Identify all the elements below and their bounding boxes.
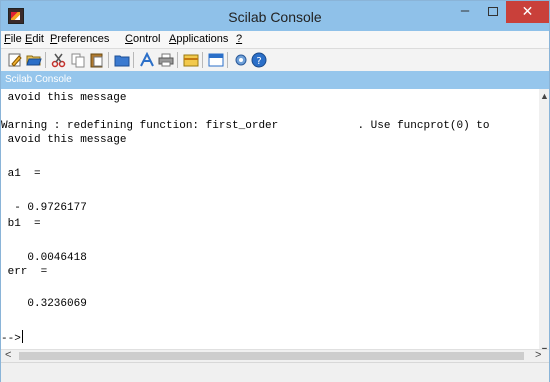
text-caret bbox=[21, 330, 23, 343]
console-line: a1 = bbox=[1, 168, 41, 180]
menu-preferences-label: references bbox=[57, 33, 110, 45]
console-output[interactable]: avoid this message Warning : redefining … bbox=[1, 89, 539, 361]
maximize-icon bbox=[488, 7, 498, 16]
console-line: Warning : redefining function: first_ord… bbox=[1, 120, 490, 132]
console-line: avoid this message bbox=[1, 92, 127, 104]
toolbar-separator bbox=[202, 52, 203, 68]
status-bar bbox=[1, 362, 549, 382]
menu-edit-label: dit bbox=[32, 33, 44, 45]
menu-help-mnemonic: ? bbox=[236, 33, 243, 45]
horizontal-scrollbar[interactable]: < > bbox=[1, 349, 549, 361]
menu-file[interactable]: File bbox=[4, 33, 22, 45]
paste-icon[interactable] bbox=[89, 52, 105, 68]
dock-title: Scilab Console bbox=[5, 74, 72, 85]
menu-control-label: ontrol bbox=[132, 33, 161, 45]
print-icon[interactable] bbox=[158, 52, 174, 68]
console-dock-header[interactable]: Scilab Console bbox=[1, 71, 549, 89]
console-line: 0.3236069 bbox=[1, 298, 87, 310]
close-button[interactable]: ✕ bbox=[506, 1, 549, 23]
copy-icon[interactable] bbox=[70, 52, 86, 68]
module-manager-icon[interactable] bbox=[233, 52, 249, 68]
console-line: err = bbox=[1, 266, 48, 278]
menu-applications[interactable]: Applications bbox=[169, 33, 228, 45]
variable-browser-icon[interactable] bbox=[208, 52, 224, 68]
scroll-right-icon[interactable]: > bbox=[535, 349, 541, 361]
toolbar: ? bbox=[1, 49, 549, 71]
vertical-scrollbar[interactable]: ▲ ▼ bbox=[539, 89, 549, 361]
horizontal-scroll-thumb[interactable] bbox=[19, 352, 524, 360]
change-directory-icon[interactable] bbox=[114, 52, 130, 68]
menu-bar: File Edit Preferences Control Applicatio… bbox=[1, 31, 549, 49]
title-bar[interactable]: Scilab Console – ✕ bbox=[1, 1, 549, 31]
cut-icon[interactable] bbox=[51, 52, 67, 68]
console-prompt-line[interactable]: --> bbox=[1, 330, 23, 345]
menu-edit[interactable]: Edit bbox=[25, 33, 44, 45]
console-prompt: --> bbox=[1, 333, 21, 345]
menu-applications-label: pplications bbox=[176, 33, 229, 45]
menu-file-label: ile bbox=[10, 33, 22, 45]
maximize-button[interactable] bbox=[479, 1, 507, 23]
scilab-window: Scilab Console – ✕ File Edit Preferences… bbox=[0, 0, 550, 382]
console-line: b1 = bbox=[1, 218, 41, 230]
menu-file-mnemonic: F bbox=[4, 33, 11, 45]
toolbar-separator bbox=[227, 52, 228, 68]
new-script-icon[interactable] bbox=[7, 52, 23, 68]
menu-preferences[interactable]: Preferences bbox=[50, 33, 109, 45]
toolbar-separator bbox=[45, 52, 46, 68]
menu-control-mnemonic: C bbox=[125, 33, 133, 45]
help-icon[interactable]: ? bbox=[251, 52, 267, 68]
toolbar-separator bbox=[108, 52, 109, 68]
toolbar-separator bbox=[177, 52, 178, 68]
toolbar-separator bbox=[133, 52, 134, 68]
console-line: - 0.9726177 bbox=[1, 202, 87, 214]
scroll-left-icon[interactable]: < bbox=[5, 349, 11, 361]
open-file-icon[interactable] bbox=[26, 52, 42, 68]
svg-text:?: ? bbox=[256, 56, 261, 67]
clear-console-icon[interactable] bbox=[183, 52, 199, 68]
minimize-button[interactable]: – bbox=[451, 1, 479, 23]
console-line: avoid this message bbox=[1, 134, 127, 146]
console-line: 0.0046418 bbox=[1, 252, 87, 264]
scroll-up-icon[interactable]: ▲ bbox=[540, 91, 549, 101]
menu-help[interactable]: ? bbox=[236, 33, 242, 45]
font-icon[interactable] bbox=[139, 52, 155, 68]
menu-control[interactable]: Control bbox=[125, 33, 160, 45]
